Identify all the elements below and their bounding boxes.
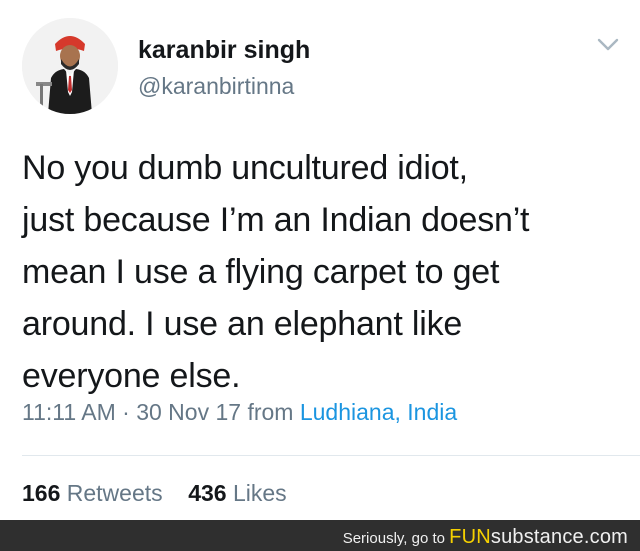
profile-photo-icon: [22, 18, 118, 114]
tweet-card: karanbir singh @karanbirtinna No you dum…: [0, 0, 640, 520]
likes-count: 436: [188, 480, 227, 506]
brand-fun: FUN: [449, 526, 491, 548]
brand-tld: .com: [583, 526, 628, 548]
location-link[interactable]: Ludhiana, India: [300, 399, 457, 425]
tweet-text: No you dumb uncultured idiot, just becau…: [22, 142, 627, 402]
chevron-down-icon[interactable]: [597, 38, 619, 52]
divider: [22, 455, 640, 456]
engagement-stats: 166 Retweets 436 Likes: [22, 480, 287, 507]
brand-substance: substance: [490, 526, 584, 548]
tweet-text-line: No you dumb uncultured idiot,: [22, 149, 468, 187]
tweet-text-line: around. I use an elephant like: [22, 305, 463, 343]
watermark-text: Seriously, go to FUNsubstance.com: [343, 526, 628, 549]
tweet-text-line: everyone else.: [22, 357, 241, 395]
retweets-label: Retweets: [66, 480, 163, 506]
tweet-text-line: mean I use a flying carpet to get: [22, 253, 500, 291]
retweets-stat[interactable]: 166 Retweets: [22, 480, 163, 506]
tweet-metadata: 11:11 AM · 30 Nov 17 from Ludhiana, Indi…: [22, 399, 457, 426]
likes-stat[interactable]: 436 Likes: [188, 480, 286, 506]
retweets-count: 166: [22, 480, 61, 506]
user-handle[interactable]: @karanbirtinna: [138, 73, 294, 100]
watermark-footer: Seriously, go to FUNsubstance.com: [0, 520, 640, 551]
watermark-brand[interactable]: FUNsubstance.com: [449, 526, 628, 548]
watermark-prefix: Seriously, go to: [342, 530, 445, 547]
tweet-text-line: just because I’m an Indian doesn’t: [22, 201, 530, 239]
display-name[interactable]: karanbir singh: [138, 36, 310, 65]
timestamp[interactable]: 11:11 AM · 30 Nov 17 from: [22, 399, 293, 425]
avatar[interactable]: [22, 18, 118, 114]
likes-label: Likes: [232, 480, 287, 506]
